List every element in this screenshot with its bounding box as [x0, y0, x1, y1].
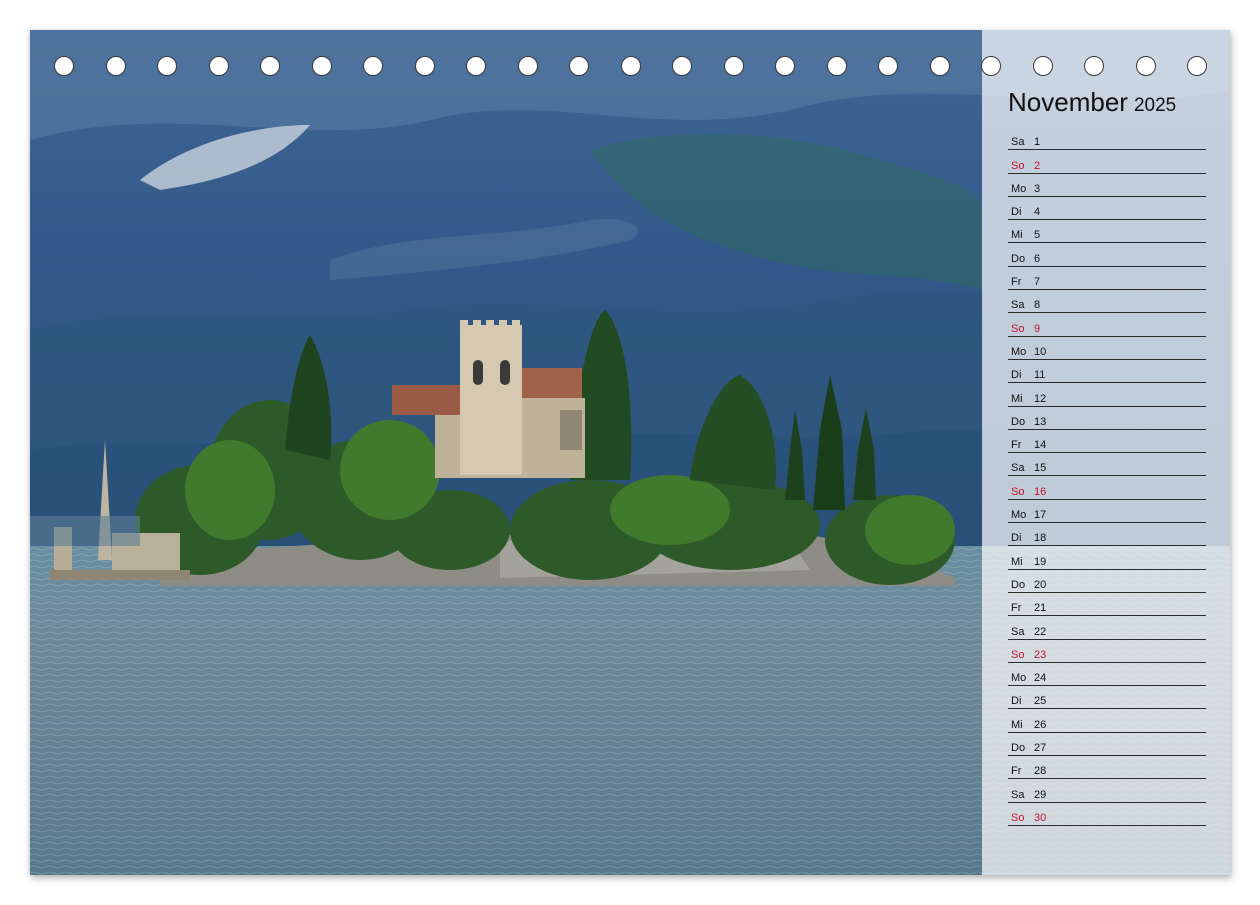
day-number: 22 [1034, 625, 1047, 638]
calendar-panel: November 2025 Sa 1 So 2 Mo 3 Di 4 Mi 5 Do 6 Fr 7 Sa 8 So 9… [982, 30, 1230, 875]
day-number: 15 [1034, 462, 1047, 475]
day-number: 16 [1034, 485, 1047, 498]
day-row: Mo 3 [1008, 174, 1206, 197]
day-row: So 16 [1008, 476, 1206, 500]
day-number: 5 [1034, 229, 1041, 242]
day-row: Di 11 [1008, 360, 1206, 384]
weekday-label: Mo [1011, 509, 1027, 522]
weekday-label: So [1011, 485, 1025, 498]
day-row: Do 6 [1008, 243, 1206, 267]
day-row: Fr 21 [1008, 593, 1206, 617]
day-number: 14 [1034, 439, 1047, 452]
day-number: 10 [1034, 345, 1047, 358]
day-row: Sa 22 [1008, 616, 1206, 640]
month-year: 2025 [1133, 95, 1177, 116]
day-number: 18 [1034, 532, 1047, 545]
weekday-label: Sa [1011, 788, 1025, 801]
weekday-label: Fr [1011, 439, 1022, 452]
day-number: 8 [1034, 299, 1041, 312]
weekday-label: Mi [1011, 718, 1023, 731]
weekday-label: Mi [1011, 555, 1023, 568]
weekday-label: Fr [1011, 602, 1022, 615]
day-number: 3 [1034, 182, 1041, 195]
weekday-label: Fr [1011, 276, 1022, 289]
day-row: Mo 10 [1008, 337, 1206, 360]
weekday-label: Mo [1011, 345, 1027, 358]
day-number: 9 [1034, 322, 1041, 335]
day-number: 25 [1034, 695, 1047, 708]
day-row: Di 18 [1008, 523, 1206, 547]
day-row: So 9 [1008, 313, 1206, 337]
day-row: Do 13 [1008, 407, 1206, 430]
weekday-label: So [1011, 322, 1025, 335]
weekday-label: Do [1011, 742, 1026, 755]
day-number: 11 [1034, 369, 1046, 382]
weekday-label: Di [1011, 206, 1022, 219]
weekday-label: Do [1011, 578, 1026, 591]
day-number: 20 [1034, 578, 1047, 591]
calendar-page: November 2025 Sa 1 So 2 Mo 3 Di 4 Mi 5 Do 6 Fr 7 Sa 8 So 9… [30, 30, 1230, 875]
day-number: 26 [1034, 718, 1047, 731]
day-row: Mi 19 [1008, 546, 1206, 570]
weekday-label: Sa [1011, 299, 1025, 312]
day-number: 28 [1034, 765, 1047, 778]
weekday-label: Di [1011, 532, 1022, 545]
day-row: Do 20 [1008, 570, 1206, 593]
day-row: Sa 15 [1008, 453, 1206, 477]
day-number: 24 [1034, 672, 1047, 685]
weekday-label: Fr [1011, 765, 1022, 778]
weekday-label: So [1011, 811, 1025, 824]
day-row: Fr 7 [1008, 267, 1206, 291]
weekday-label: Mo [1011, 672, 1027, 685]
day-row: Fr 28 [1008, 756, 1206, 780]
day-row: Mi 12 [1008, 383, 1206, 407]
day-number: 12 [1034, 392, 1047, 405]
day-row: Di 4 [1008, 197, 1206, 221]
weekday-label: Do [1011, 252, 1026, 265]
day-number: 6 [1034, 252, 1041, 265]
day-row: So 23 [1008, 640, 1206, 663]
day-row: Sa 1 [1008, 127, 1206, 151]
day-number: 1 [1034, 136, 1041, 149]
weekday-label: Sa [1011, 625, 1025, 638]
day-number: 30 [1034, 811, 1047, 824]
day-number: 23 [1034, 648, 1047, 661]
day-number: 13 [1034, 415, 1047, 428]
day-row: Di 25 [1008, 686, 1206, 710]
day-number: 17 [1034, 509, 1047, 522]
weekday-label: So [1011, 159, 1025, 172]
weekday-label: So [1011, 648, 1025, 661]
day-number: 19 [1034, 555, 1047, 568]
day-number: 4 [1034, 206, 1041, 219]
day-row: Fr 14 [1008, 430, 1206, 454]
day-row: Mo 24 [1008, 663, 1206, 687]
weekday-label: Do [1011, 415, 1026, 428]
month-title: November 2025 [1008, 84, 1176, 125]
day-number: 27 [1034, 742, 1047, 755]
day-row: So 30 [1008, 803, 1206, 826]
weekday-label: Di [1011, 695, 1022, 708]
day-row: Mo 17 [1008, 500, 1206, 524]
day-row: Mi 26 [1008, 709, 1206, 733]
month-name: November [1008, 87, 1128, 117]
weekday-label: Sa [1011, 462, 1025, 475]
day-row: Mi 5 [1008, 220, 1206, 244]
day-row: So 2 [1008, 150, 1206, 174]
weekday-label: Mi [1011, 229, 1023, 242]
day-number: 7 [1034, 276, 1041, 289]
weekday-label: Mo [1011, 182, 1027, 195]
day-number: 2 [1034, 159, 1041, 172]
day-number: 29 [1034, 788, 1047, 801]
day-row: Sa 29 [1008, 779, 1206, 803]
weekday-label: Mi [1011, 392, 1023, 405]
weekday-label: Di [1011, 369, 1022, 382]
weekday-label: Sa [1011, 136, 1025, 149]
day-row: Sa 8 [1008, 290, 1206, 314]
day-number: 21 [1034, 602, 1047, 615]
day-row: Do 27 [1008, 733, 1206, 757]
day-list: Sa 1 So 2 Mo 3 Di 4 Mi 5 Do 6 Fr 7 Sa 8 So 9 Mo 10 Di 11 Mi 12 D… [1008, 127, 1206, 826]
